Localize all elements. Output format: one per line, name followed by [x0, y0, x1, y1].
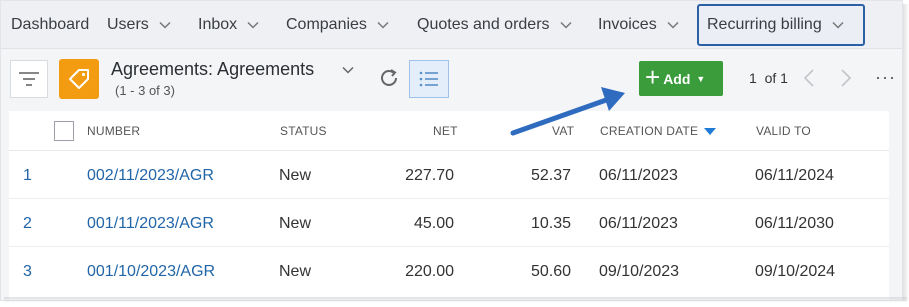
chevron-left-icon — [803, 69, 814, 87]
nav-item-label: Users — [107, 16, 149, 33]
filter-button[interactable] — [10, 60, 48, 98]
creation-date-cell: 06/11/2023 — [599, 215, 678, 232]
sort-descending-icon — [704, 128, 717, 136]
nav-item-label: Quotes and orders — [417, 16, 550, 33]
annotation-arrow — [510, 87, 625, 136]
add-button-label: Add — [663, 70, 691, 87]
nav-item-quotes-and-orders[interactable]: Quotes and orders — [417, 1, 573, 49]
nav-item-label: Companies — [286, 16, 367, 33]
column-header-net[interactable]: NET — [433, 124, 458, 138]
table-row[interactable]: 1 002/11/2023/AGR New 227.70 52.37 06/11… — [9, 151, 889, 199]
page-title: Agreements: Agreements — [111, 59, 315, 79]
chevron-down-icon — [667, 21, 679, 29]
vat-cell: 52.37 — [530, 167, 571, 184]
list-toolbar: Agreements: Agreements (1 - 3 of 3) + Ad… — [1, 49, 902, 111]
row-index: 2 — [23, 215, 32, 232]
chevron-down-icon — [247, 21, 259, 29]
nav-item-label: Invoices — [598, 16, 657, 33]
vat-cell: 50.60 — [530, 263, 571, 280]
creation-date-cell: 09/10/2023 — [599, 263, 680, 280]
vat-cell: 10.35 — [530, 215, 571, 232]
nav-item-label: Recurring billing — [707, 16, 822, 33]
chevron-down-icon — [560, 21, 572, 29]
net-cell: 220.00 — [405, 263, 454, 280]
status-cell: New — [279, 215, 312, 232]
next-page-button[interactable] — [838, 65, 854, 91]
agreements-table: NUMBER STATUS NET VAT CREATION DATE VALI… — [9, 111, 889, 300]
row-index: 1 — [23, 167, 32, 184]
record-count: (1 - 3 of 3) — [115, 83, 175, 98]
nav-item-inbox[interactable]: Inbox — [198, 1, 260, 49]
nav-item-invoices[interactable]: Invoices — [598, 1, 680, 49]
row-index: 3 — [23, 263, 32, 280]
window-shadow — [4, 297, 907, 303]
agreements-module-icon — [59, 59, 99, 99]
column-header-status[interactable]: STATUS — [280, 124, 327, 138]
valid-to-cell: 06/11/2030 — [755, 215, 834, 232]
nav-item-recurring-billing[interactable]: Recurring billing — [697, 4, 865, 46]
net-cell: 227.70 — [405, 167, 454, 184]
table-row[interactable]: 3 001/10/2023/AGR New 220.00 50.60 09/10… — [9, 247, 889, 295]
refresh-button[interactable] — [376, 65, 402, 91]
select-all-checkbox[interactable] — [54, 121, 74, 141]
filter-lines-icon — [19, 72, 39, 86]
plus-icon: + — [645, 62, 661, 92]
agreement-number-link[interactable]: 001/10/2023/AGR — [87, 263, 215, 281]
list-view-icon — [419, 71, 438, 87]
table-row[interactable]: 2 001/11/2023/AGR New 45.00 10.35 06/11/… — [9, 199, 889, 247]
refresh-icon — [381, 69, 397, 86]
chevron-down-icon — [159, 21, 171, 29]
valid-to-cell: 06/11/2024 — [755, 167, 834, 184]
agreement-number-link[interactable]: 002/11/2023/AGR — [87, 167, 214, 185]
nav-item-label: Dashboard — [11, 16, 90, 33]
chevron-right-icon — [841, 69, 852, 87]
table-header: NUMBER STATUS NET VAT CREATION DATE VALI… — [9, 111, 889, 151]
caret-down-icon: ▼ — [696, 73, 706, 84]
top-nav: Dashboard Users Inbox Companies Quotes a… — [1, 1, 902, 49]
column-header-valid-to[interactable]: VALID TO — [756, 124, 811, 138]
creation-date-cell: 06/11/2023 — [599, 167, 678, 184]
previous-page-button[interactable] — [801, 65, 817, 91]
status-cell: New — [279, 167, 312, 184]
nav-item-label: Inbox — [198, 16, 238, 33]
status-cell: New — [279, 263, 312, 280]
column-header-number[interactable]: NUMBER — [87, 124, 140, 138]
valid-to-cell: 09/10/2024 — [755, 263, 836, 280]
chevron-down-icon[interactable] — [341, 63, 355, 77]
more-options-button[interactable]: ··· — [875, 67, 896, 88]
list-view-toggle[interactable] — [409, 60, 449, 98]
tag-icon — [69, 69, 89, 89]
nav-item-users[interactable]: Users — [107, 1, 172, 49]
chevron-down-icon — [377, 21, 389, 29]
page-indicator: 1 of 1 — [749, 70, 788, 86]
app-window: Dashboard Users Inbox Companies Quotes a… — [0, 0, 903, 301]
agreement-number-link[interactable]: 001/11/2023/AGR — [87, 215, 214, 233]
nav-item-dashboard[interactable]: Dashboard — [11, 1, 89, 49]
window-shadow — [903, 4, 909, 301]
chevron-down-icon — [832, 21, 844, 29]
nav-item-companies[interactable]: Companies — [286, 1, 390, 49]
net-cell: 45.00 — [413, 215, 454, 232]
add-button[interactable]: + Add ▼ — [639, 61, 723, 96]
